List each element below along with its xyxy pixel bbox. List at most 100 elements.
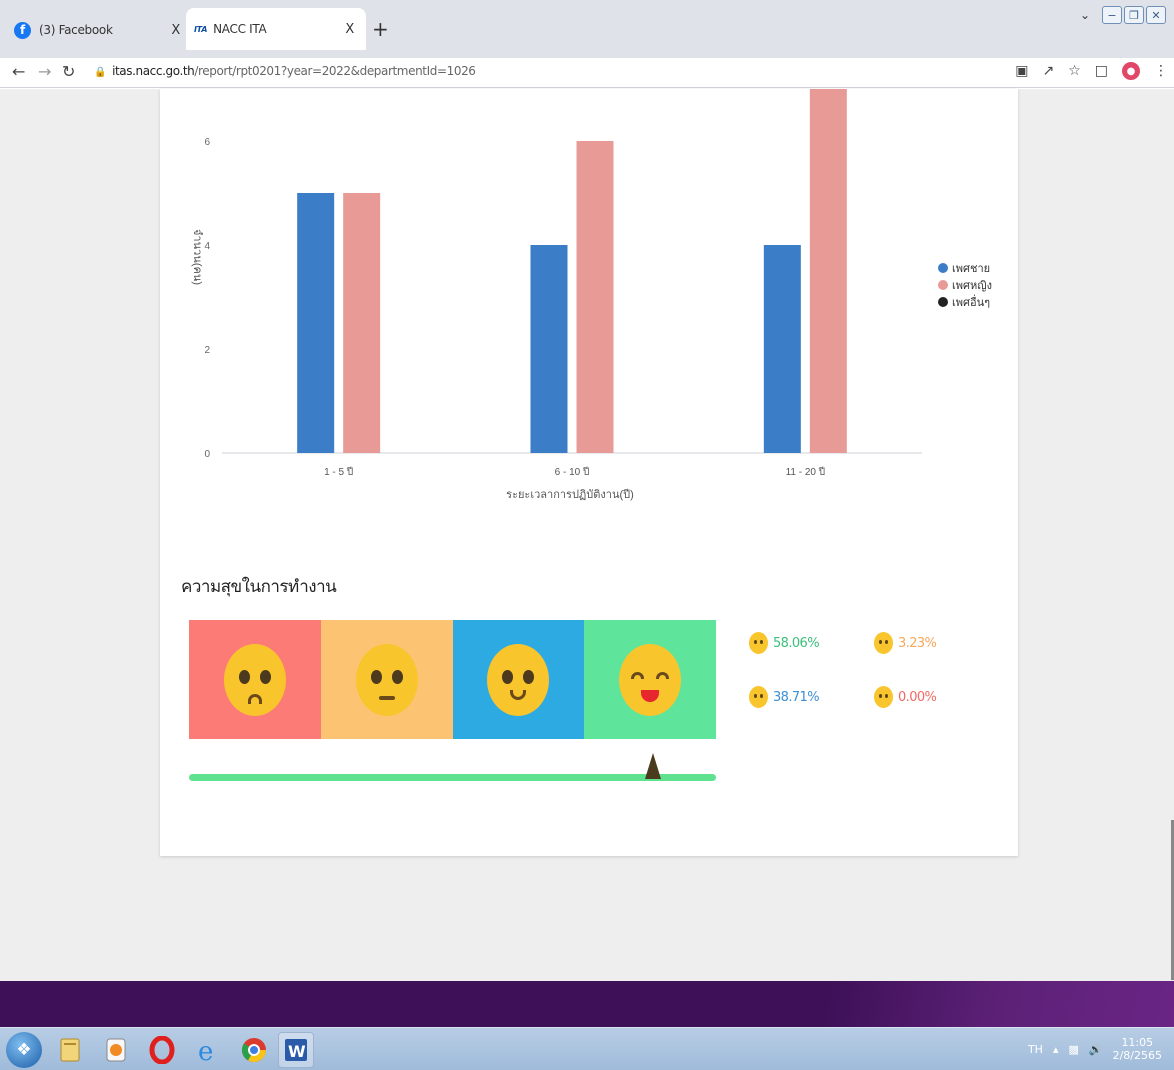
x-tick-label: 1 - 5 ปี: [324, 466, 353, 478]
y-tick-label: 4: [204, 241, 210, 252]
tab-facebook[interactable]: f (3) Facebook X: [14, 10, 192, 50]
chrome-icon[interactable]: [236, 1032, 272, 1068]
neutral-face-icon: [355, 643, 418, 716]
legend-item[interactable]: เพศชาย: [938, 259, 992, 276]
share-icon[interactable]: ↗: [1042, 63, 1054, 79]
ita-logo-icon: ITA: [194, 24, 208, 34]
network-icon[interactable]: ▩: [1068, 1043, 1078, 1056]
media-player-icon[interactable]: [98, 1032, 134, 1068]
stat-value: 3.23%: [898, 635, 937, 651]
face-block-happy: [452, 620, 585, 739]
close-window-button[interactable]: ✕: [1146, 6, 1166, 24]
neutral-face-icon: [874, 632, 893, 654]
bookmark-star-icon[interactable]: ☆: [1068, 63, 1081, 79]
facebook-icon: f: [14, 21, 31, 39]
stat-value: 0.00%: [898, 689, 937, 705]
tab-close-button[interactable]: X: [171, 23, 180, 38]
report-card: 0 2 4 6 จำนวน(คน) 1 - 5 ปี 6 - 10 ปี 11 - 20 ปี…: [160, 89, 1018, 856]
x-axis-title: ระยะเวลาการปฏิบัติงาน(ปี): [506, 488, 634, 501]
windows-taskbar: ❖ e W TH ▴ ▩ 🔊 11:05 2/8/2565: [0, 1027, 1174, 1070]
y-tick-label: 0: [204, 449, 210, 460]
y-tick-label: 2: [204, 345, 210, 356]
tab-nacc-ita[interactable]: ITA NACC ITA X: [186, 8, 366, 50]
bar: [576, 141, 614, 453]
face-block-neutral: [320, 620, 453, 739]
url-path: /report/rpt0201?year=2022&departmentId=1…: [194, 64, 476, 78]
new-tab-button[interactable]: +: [372, 17, 389, 41]
stat-neutral: 3.23%: [874, 632, 937, 654]
word-icon[interactable]: W: [278, 1032, 314, 1068]
url-host: itas.nacc.go.th: [112, 64, 195, 78]
bar: [530, 245, 568, 453]
back-arrow-icon[interactable]: ←: [12, 62, 25, 81]
start-button-icon[interactable]: ❖: [6, 1032, 42, 1068]
svg-text:e: e: [198, 1037, 213, 1064]
legend-item[interactable]: เพศอื่นๆ: [938, 293, 992, 310]
lock-icon: 🔒: [94, 67, 107, 78]
stat-value: 58.06%: [773, 635, 820, 651]
language-indicator[interactable]: TH: [1028, 1043, 1043, 1056]
tab-close-button[interactable]: X: [345, 22, 354, 37]
system-tray: TH ▴ ▩ 🔊 11:05 2/8/2565: [1028, 1036, 1162, 1062]
stat-unhappy: 0.00%: [874, 686, 937, 708]
reload-icon[interactable]: ↻: [62, 62, 75, 81]
site-footer: [0, 981, 1174, 1027]
browser-tab-strip: f (3) Facebook X ITA NACC ITA X + ⌄ − ❐ …: [0, 0, 1174, 58]
stat-very-happy: 58.06%: [749, 632, 820, 654]
sad-face-icon: [874, 686, 893, 708]
menu-kebab-icon[interactable]: ⋮: [1154, 63, 1168, 79]
stat-value: 38.71%: [773, 689, 820, 705]
y-axis-title: จำนวน(คน): [191, 229, 203, 285]
forward-arrow-icon[interactable]: →: [38, 62, 51, 81]
legend-item[interactable]: เพศหญิง: [938, 276, 992, 293]
tab-facebook-label: (3) Facebook: [39, 23, 113, 37]
toolbar-actions: ▣ ↗ ☆ □ ● ⋮: [1015, 62, 1168, 80]
clock-time: 11:05: [1121, 1036, 1154, 1049]
legend-dot-icon: [938, 262, 948, 273]
bar-chart: 0 2 4 6 จำนวน(คน) 1 - 5 ปี 6 - 10 ปี 11 - 20 ปี…: [191, 89, 922, 501]
happiness-meter-pointer: [644, 753, 661, 779]
happiness-faces: [189, 620, 716, 739]
minimize-button[interactable]: −: [1102, 6, 1122, 24]
smile-face-icon: [487, 643, 550, 716]
legend-label: เพศหญิง: [952, 278, 992, 292]
stat-happy: 38.71%: [749, 686, 820, 708]
profile-avatar-icon[interactable]: ●: [1122, 62, 1140, 80]
smile-face-icon: [749, 686, 768, 708]
happiness-meter-bar: [189, 774, 716, 781]
window-controls: ⌄ − ❐ ✕: [1080, 6, 1166, 24]
clock-date: 2/8/2565: [1112, 1049, 1162, 1062]
legend-label: เพศชาย: [952, 261, 991, 275]
side-panel-icon[interactable]: □: [1095, 63, 1108, 79]
bar: [343, 193, 381, 453]
bar: [297, 193, 335, 453]
clock[interactable]: 11:05 2/8/2565: [1113, 1036, 1162, 1062]
legend-dot-icon: [938, 279, 948, 290]
x-tick-label: 11 - 20 ปี: [786, 466, 826, 478]
translate-icon[interactable]: ▣: [1015, 63, 1028, 79]
face-block-very-happy: [584, 620, 716, 739]
tray-expand-icon[interactable]: ▴: [1053, 1043, 1059, 1056]
internet-explorer-icon[interactable]: e: [190, 1032, 226, 1068]
tab-nacc-ita-label: NACC ITA: [213, 22, 267, 36]
volume-icon[interactable]: 🔊: [1089, 1043, 1103, 1056]
file-explorer-icon[interactable]: [52, 1032, 88, 1068]
grin-face-icon: [749, 632, 768, 654]
opera-icon[interactable]: [144, 1032, 180, 1068]
sad-face-icon: [223, 643, 286, 716]
page-viewport: 0 2 4 6 จำนวน(คน) 1 - 5 ปี 6 - 10 ปี 11 - 20 ปี…: [0, 89, 1174, 981]
grin-face-icon: [619, 643, 682, 716]
bar: [809, 89, 847, 453]
y-tick-label: 6: [204, 137, 210, 148]
legend-dot-icon: [938, 296, 948, 307]
address-bar[interactable]: 🔒 itas.nacc.go.th/report/rpt0201?year=202…: [94, 64, 476, 78]
restore-button[interactable]: ❐: [1124, 6, 1144, 24]
legend-label: เพศอื่นๆ: [952, 295, 991, 309]
tab-search-chevron-icon[interactable]: ⌄: [1080, 8, 1090, 22]
browser-toolbar: ← → ↻ 🔒 itas.nacc.go.th/report/rpt0201?ye…: [0, 58, 1174, 88]
svg-text:W: W: [288, 1042, 306, 1061]
bar: [763, 245, 801, 453]
face-block-unhappy: [189, 620, 321, 739]
chart-legend: เพศชายเพศหญิงเพศอื่นๆ: [938, 259, 992, 310]
happiness-title: ความสุขในการทำงาน: [181, 577, 337, 597]
